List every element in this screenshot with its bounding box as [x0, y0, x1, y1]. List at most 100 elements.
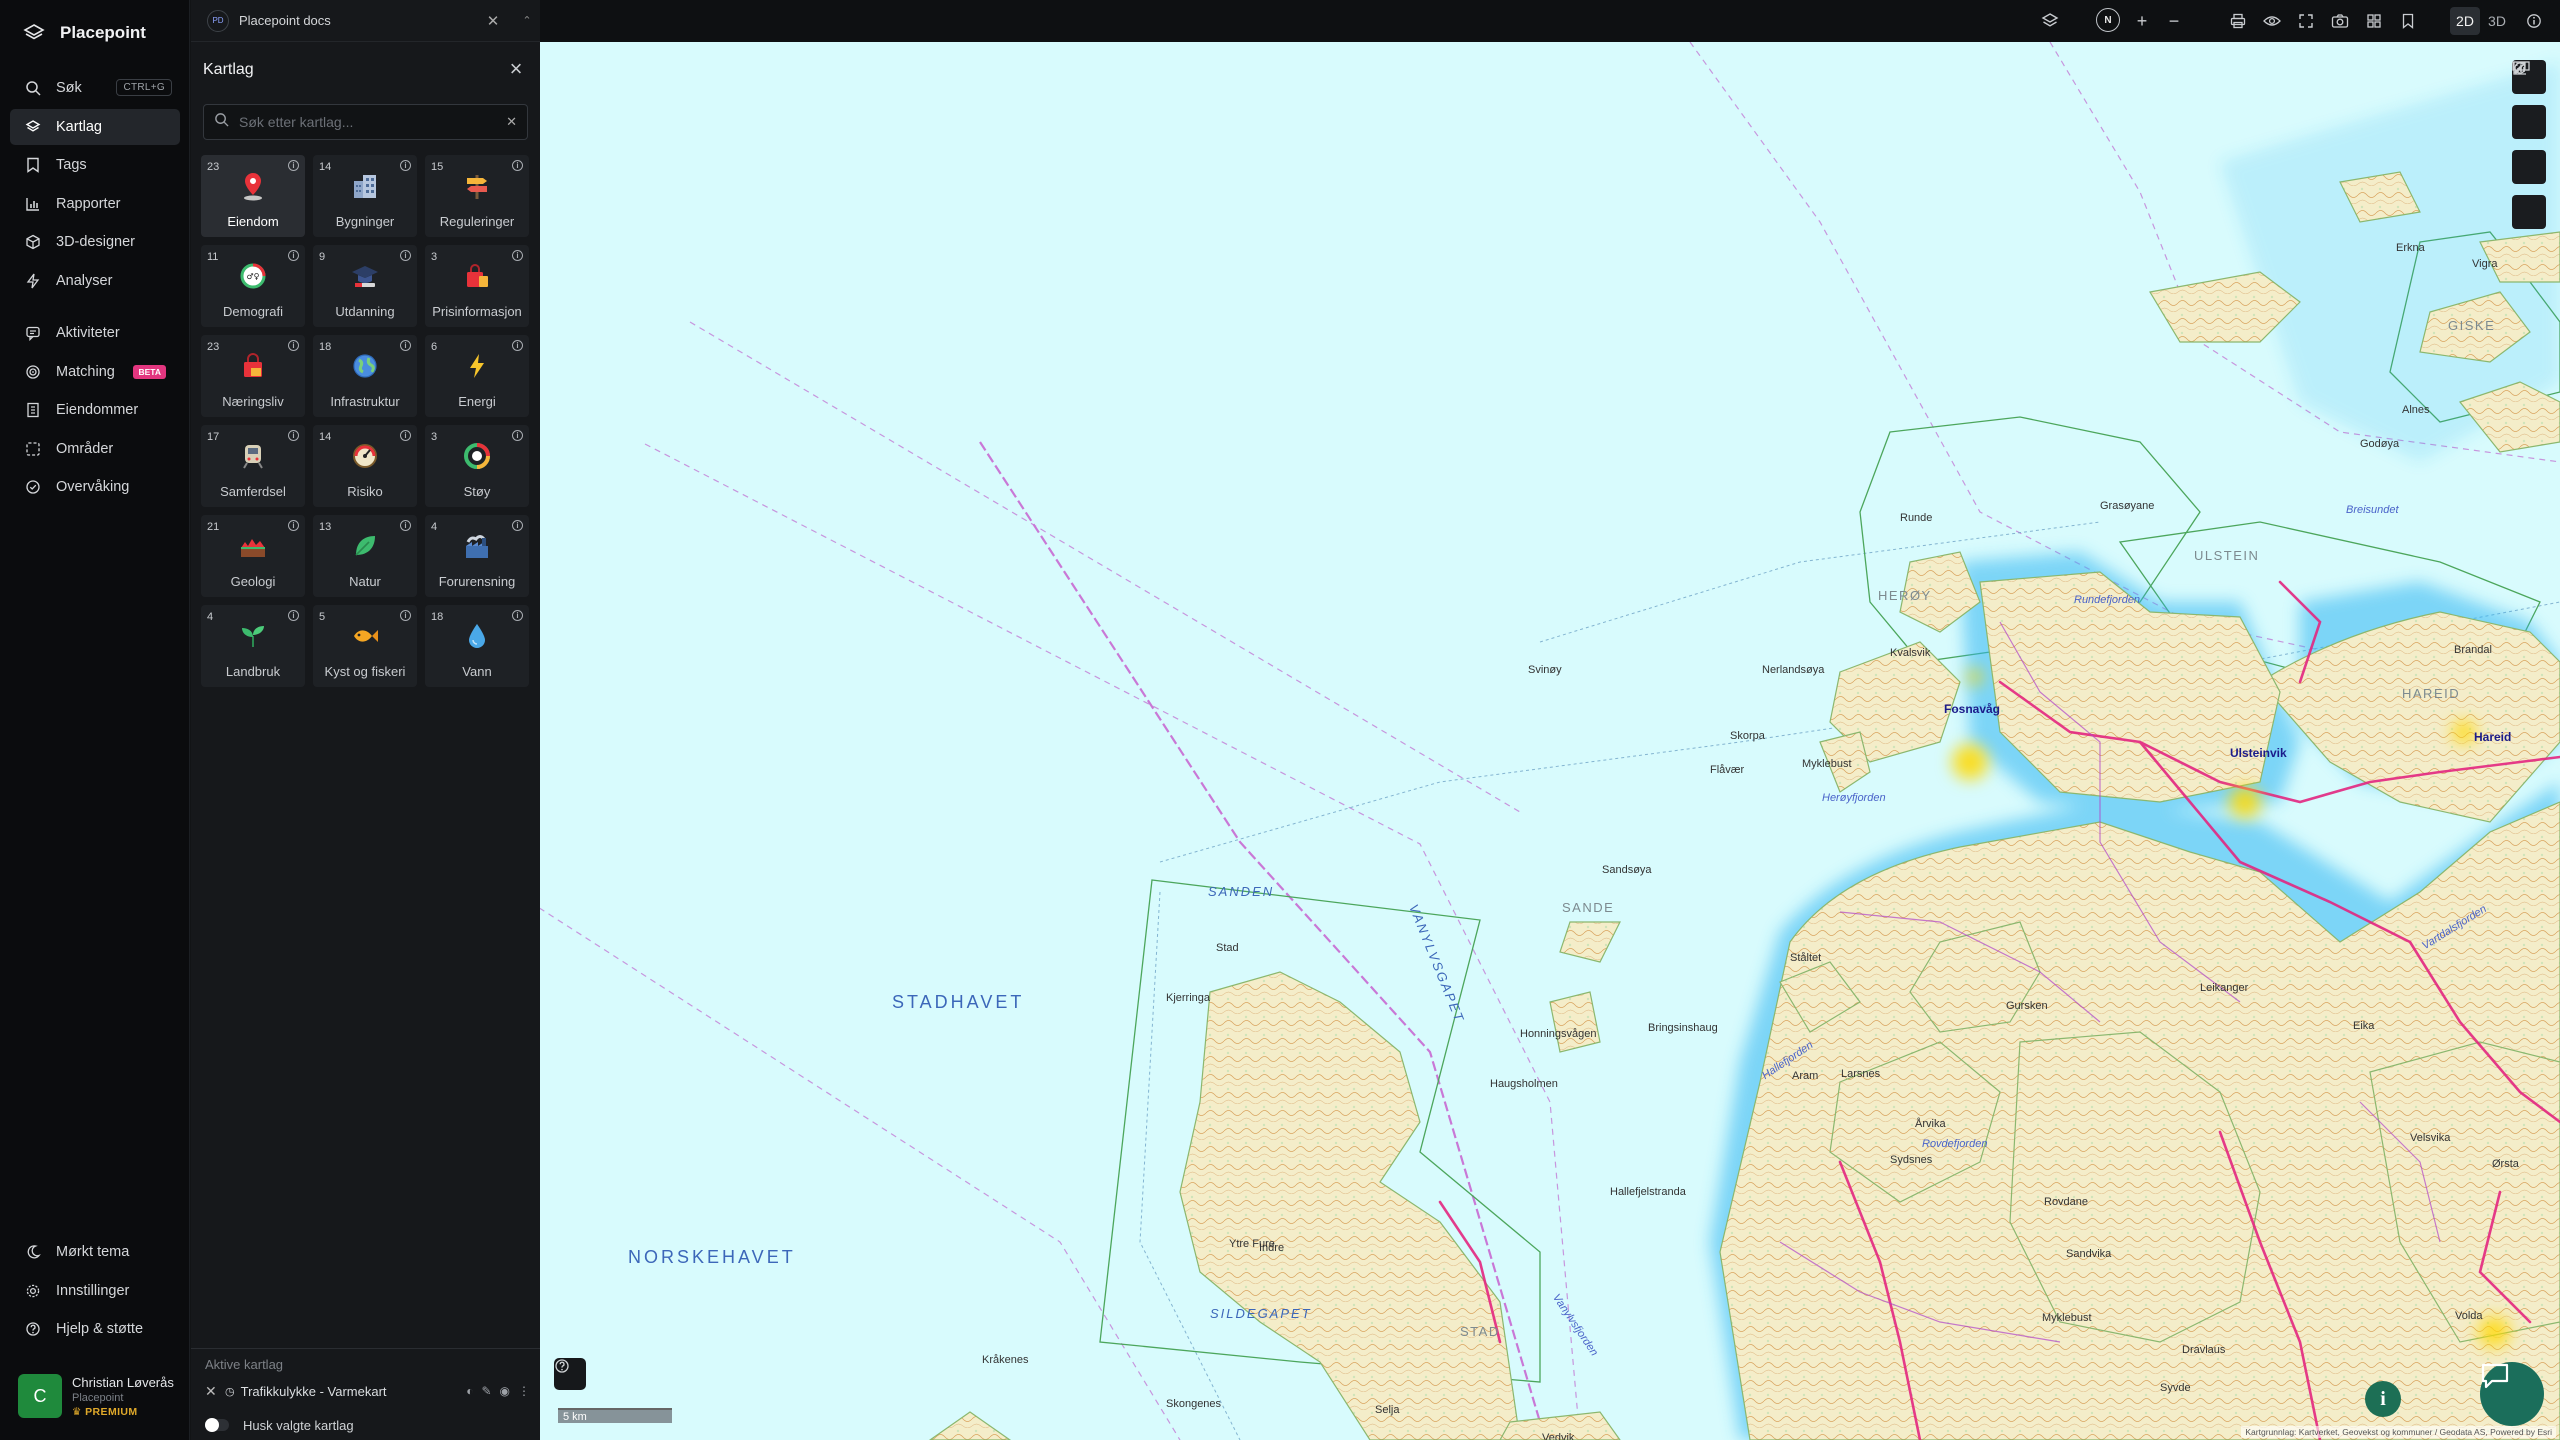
nav-item-dark-theme[interactable]: Mørkt tema: [10, 1234, 180, 1270]
remove-layer-icon[interactable]: ✕: [205, 1383, 219, 1400]
zoom-in-icon[interactable]: +: [2130, 9, 2154, 33]
category-tile-kyst-og-fiskeri[interactable]: 5 i Kyst og fiskeri: [313, 605, 417, 687]
region-label: HAREID: [2402, 686, 2461, 701]
info-icon[interactable]: i: [288, 160, 299, 171]
info-icon[interactable]: i: [512, 250, 523, 261]
bookmark-icon[interactable]: [2396, 9, 2420, 33]
info-icon[interactable]: i: [400, 340, 411, 351]
nav-item-3d-designer[interactable]: 3D-designer: [10, 224, 180, 260]
place-label: Selja: [1375, 1404, 1400, 1416]
edit-icon[interactable]: ✎: [481, 1384, 491, 1398]
category-tile-naeringsliv[interactable]: 23 i Næringsliv: [201, 335, 305, 417]
info-icon[interactable]: i: [288, 610, 299, 621]
info-icon[interactable]: i: [512, 160, 523, 171]
category-tile-infrastruktur[interactable]: 18 i Infrastruktur: [313, 335, 417, 417]
category-tile-bygninger[interactable]: 14 i Bygninger: [313, 155, 417, 237]
map-help-button[interactable]: [554, 1358, 586, 1390]
map-canvas[interactable]: STADHAVET NORSKEHAVET SANDEN SILDEGAPET …: [540, 42, 2560, 1440]
nav-item-aktiviteter[interactable]: Aktiviteter: [10, 315, 180, 351]
info-icon[interactable]: i: [288, 340, 299, 351]
user-profile[interactable]: C Christian Løverås Placepoint ♛ PREMIUM: [10, 1368, 180, 1424]
town-label: Hareid: [2474, 730, 2512, 744]
category-tile-reguleringer[interactable]: 15 i Reguleringer: [425, 155, 529, 237]
category-tile-natur[interactable]: 13 i Natur: [313, 515, 417, 597]
nav-label: Matching: [56, 363, 115, 380]
layers-stack-icon[interactable]: [2038, 9, 2062, 33]
info-icon[interactable]: i: [512, 430, 523, 441]
nav-item-help[interactable]: Hjelp & støtte: [10, 1311, 180, 1347]
category-tile-forurensning[interactable]: 4 i Forurensning: [425, 515, 529, 597]
category-tile-energi[interactable]: 6 i Energi: [425, 335, 529, 417]
layer-search-input[interactable]: [239, 114, 497, 130]
layer-count: 15: [431, 161, 444, 173]
nav-item-rapporter[interactable]: Rapporter: [10, 186, 180, 222]
clear-search-icon[interactable]: ✕: [506, 114, 517, 130]
measure-tool-button[interactable]: [2512, 61, 2546, 139]
mode-3d-button[interactable]: 3D: [2482, 7, 2512, 35]
info-icon[interactable]: i: [400, 520, 411, 531]
eye-icon[interactable]: [2260, 9, 2284, 33]
place-label: Bringsinshaug: [1648, 1022, 1718, 1034]
draw-icon: [2514, 62, 2526, 74]
chart-tool-button[interactable]: [2512, 62, 2546, 184]
remember-toggle[interactable]: [205, 1418, 229, 1432]
nav-item-analyser[interactable]: Analyser: [10, 263, 180, 299]
category-tile-demografi[interactable]: 11 i ♂♀ Demografi: [201, 245, 305, 327]
info-icon[interactable]: i: [512, 340, 523, 351]
camera-icon[interactable]: [2328, 9, 2352, 33]
info-icon[interactable]: i: [288, 430, 299, 441]
close-icon[interactable]: ✕: [482, 12, 504, 30]
nav-item-omrader[interactable]: Områder: [10, 431, 180, 467]
brand[interactable]: Placepoint: [22, 18, 146, 48]
nav-item-matching[interactable]: Matching BETA: [10, 354, 180, 390]
fullscreen-icon[interactable]: [2294, 9, 2318, 33]
compass-button[interactable]: N: [2096, 8, 2120, 32]
category-label: Reguleringer: [439, 214, 515, 229]
mode-2d-button[interactable]: 2D: [2450, 7, 2480, 35]
category-tile-landbruk[interactable]: 4 i Landbruk: [201, 605, 305, 687]
category-tile-vann[interactable]: 18 i Vann: [425, 605, 529, 687]
info-icon[interactable]: i: [288, 520, 299, 531]
chevron-updown-icon[interactable]: ⌃: [514, 14, 540, 27]
print-icon[interactable]: [2226, 9, 2250, 33]
category-tile-geologi[interactable]: 21 i Geologi: [201, 515, 305, 597]
info-fab-icon[interactable]: i: [2365, 1381, 2401, 1417]
nav-item-search[interactable]: Søk CTRL+G: [10, 70, 180, 106]
category-tile-stoy[interactable]: 3 i Støy: [425, 425, 529, 507]
zoom-out-icon[interactable]: −: [2162, 9, 2186, 33]
info-icon[interactable]: [2522, 9, 2546, 33]
workspace-title[interactable]: Placepoint docs: [239, 13, 472, 28]
category-tile-prisinformasjon[interactable]: 3 i Prisinformasjon: [425, 245, 529, 327]
info-icon[interactable]: i: [400, 250, 411, 261]
nav-item-settings[interactable]: Innstillinger: [10, 1273, 180, 1309]
bookmark-icon: [24, 156, 42, 174]
category-tile-risiko[interactable]: 14 i Risiko: [313, 425, 417, 507]
info-icon[interactable]: i: [288, 250, 299, 261]
chat-button[interactable]: [2480, 1362, 2544, 1426]
active-layer-row[interactable]: ✕ ◷ Trafikkulykke - Varmekart ◐ ✎ ◉ ⋮: [191, 1376, 540, 1406]
info-icon[interactable]: i: [512, 520, 523, 531]
opacity-icon[interactable]: ◐: [466, 1384, 473, 1398]
category-tile-samferdsel[interactable]: 17 i Samferdsel: [201, 425, 305, 507]
info-icon[interactable]: i: [400, 160, 411, 171]
close-panel-icon[interactable]: ×: [504, 58, 528, 82]
clock-icon: ◷: [225, 1385, 235, 1398]
info-icon[interactable]: i: [512, 610, 523, 621]
nav-item-overvaking[interactable]: Overvåking: [10, 469, 180, 505]
info-icon[interactable]: i: [400, 430, 411, 441]
category-tile-utdanning[interactable]: 9 i Utdanning: [313, 245, 417, 327]
visibility-icon[interactable]: ◉: [500, 1384, 510, 1398]
info-icon[interactable]: i: [400, 610, 411, 621]
category-label: Forurensning: [438, 574, 516, 589]
grid-icon[interactable]: [2362, 9, 2386, 33]
nav-item-kartlag[interactable]: Kartlag: [10, 108, 180, 145]
nav-label: Aktiviteter: [56, 325, 120, 341]
pin-icon: [238, 171, 268, 201]
draw-tool-button[interactable]: [2512, 62, 2546, 229]
more-icon[interactable]: ⋮: [518, 1384, 530, 1398]
place-label: Stad: [1216, 942, 1239, 954]
nav-item-eiendommer[interactable]: Eiendommer: [10, 392, 180, 428]
nav-bottom: Mørkt tema Innstillinger Hjelp & støtte: [10, 1234, 180, 1350]
nav-item-tags[interactable]: Tags: [10, 147, 180, 183]
category-tile-eiendom[interactable]: 23 i Eiendom: [201, 155, 305, 237]
